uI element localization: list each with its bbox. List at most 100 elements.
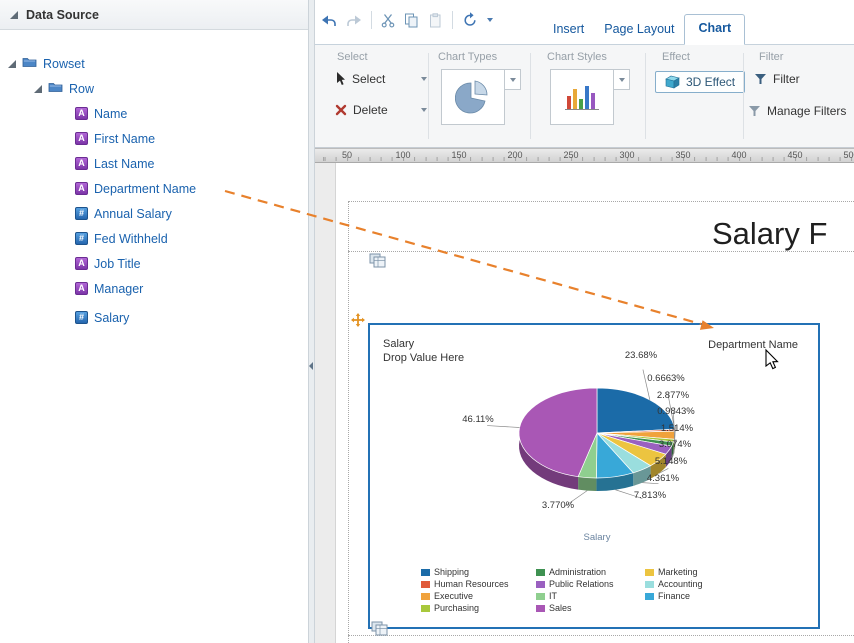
tree-item-label: Name — [94, 107, 127, 121]
tree-item-name[interactable]: AName — [0, 101, 308, 126]
panel-splitter[interactable] — [308, 0, 315, 643]
tree-item-label: Department Name — [94, 182, 196, 196]
collapse-triangle-icon — [10, 11, 18, 19]
margin-guide-vertical — [348, 201, 349, 643]
expander-icon[interactable] — [34, 82, 42, 96]
pie-percent-label: 46.11% — [462, 414, 494, 425]
tree-item-department-name[interactable]: ADepartment Name — [0, 176, 308, 201]
tree-item-job-title[interactable]: AJob Title — [0, 251, 308, 276]
legend-swatch — [645, 593, 654, 600]
tab-page-layout[interactable]: Page Layout — [594, 15, 684, 45]
pie-percent-label: 5.148% — [655, 456, 688, 467]
tree-item-label: Last Name — [94, 157, 154, 171]
copy-icon[interactable] — [404, 13, 419, 28]
effect-3d-button[interactable]: 3D Effect — [655, 71, 745, 93]
legend-swatch — [421, 569, 430, 576]
filter-group-label: Filter — [759, 51, 783, 63]
tree-item-label: First Name — [94, 132, 155, 146]
ruler-mark: 250 — [563, 150, 578, 160]
delete-dropdown-icon[interactable] — [421, 108, 427, 112]
chart-style-dropdown[interactable] — [614, 69, 630, 90]
chart-styles-group-label: Chart Styles — [547, 51, 607, 63]
tree-item-last-name[interactable]: ALast Name — [0, 151, 308, 176]
pie-percent-label: 23.68% — [625, 350, 658, 361]
folder-icon — [22, 56, 37, 71]
tree-item-rowset[interactable]: Rowset — [0, 51, 308, 76]
funnel-icon — [755, 74, 767, 85]
legend-item-administration: Administration — [536, 566, 614, 578]
ruler-mark: 50 — [342, 150, 352, 160]
report-title-text[interactable]: Salary F — [712, 216, 827, 252]
text-field-icon: A — [75, 282, 88, 295]
pie-series-label: Salary — [584, 532, 611, 543]
chart-style-button[interactable] — [550, 69, 614, 125]
tree-item-label: Rowset — [43, 57, 85, 71]
effect-3d-label: 3D Effect — [686, 75, 735, 89]
tree-item-label: Fed Withheld — [94, 232, 168, 246]
legend-swatch — [421, 593, 430, 600]
legend-swatch — [536, 593, 545, 600]
legend-item-human-resources: Human Resources — [421, 578, 509, 590]
select-group-label: Select — [337, 51, 368, 63]
legend-item-it: IT — [536, 590, 614, 602]
undo-icon[interactable] — [321, 14, 337, 27]
manage-filters-button[interactable]: Manage Filters — [749, 104, 846, 118]
text-field-icon: A — [75, 132, 88, 145]
table-icon[interactable] — [371, 621, 388, 636]
paste-icon — [428, 13, 443, 28]
table-icon[interactable] — [369, 253, 386, 268]
pie-percent-label: 0.6663% — [647, 373, 685, 384]
ribbon-divider — [428, 53, 429, 139]
chart-object[interactable]: Salary Drop Value Here Department Name 2… — [368, 323, 820, 629]
margin-guide-horizontal — [348, 201, 854, 202]
refresh-dropdown-icon[interactable] — [487, 18, 493, 22]
legend-item-shipping: Shipping — [421, 566, 509, 578]
pie-percent-label: 0.9843% — [657, 406, 695, 417]
panel-title: Data Source — [26, 8, 99, 22]
tree-item-row[interactable]: Row — [0, 76, 308, 101]
refresh-icon[interactable] — [462, 12, 478, 28]
section-guide — [348, 635, 854, 636]
tree-item-label: Job Title — [94, 257, 141, 271]
tree-item-fed-withheld[interactable]: # Fed Withheld — [0, 226, 308, 251]
tree-item-manager[interactable]: AManager — [0, 276, 308, 301]
pie-percent-label: 3.074% — [659, 439, 692, 450]
pie-percent-label: 7.813% — [634, 490, 667, 501]
numeric-field-icon: # — [75, 232, 88, 245]
legend-swatch — [421, 605, 430, 612]
splitter-collapse-icon[interactable] — [309, 362, 313, 370]
data-source-header[interactable]: Data Source — [0, 0, 308, 30]
legend-label: Public Relations — [549, 579, 614, 589]
legend-item-purchasing: Purchasing — [421, 602, 509, 614]
legend-label: IT — [549, 591, 557, 601]
tab-insert[interactable]: Insert — [543, 15, 594, 45]
filter-button[interactable]: Filter — [755, 72, 800, 86]
tree-item-annual-salary[interactable]: #Annual Salary — [0, 201, 308, 226]
cut-icon[interactable] — [381, 13, 395, 28]
chart-ribbon: Select Select Delete Chart Types — [315, 45, 854, 148]
legend-column: ShippingHuman ResourcesExecutivePurchasi… — [421, 566, 509, 614]
select-button[interactable]: Select — [335, 72, 427, 86]
select-dropdown-icon[interactable] — [421, 77, 427, 81]
ruler-mark: 300 — [619, 150, 634, 160]
pie-percent-label: 2.877% — [657, 390, 690, 401]
ruler-mark: 450 — [787, 150, 802, 160]
tree-item-salary[interactable]: #Salary — [0, 305, 308, 330]
legend-swatch — [536, 605, 545, 612]
legend-swatch — [645, 569, 654, 576]
tree-item-first-name[interactable]: A First Name — [0, 126, 308, 151]
tab-chart[interactable]: Chart — [684, 14, 745, 45]
delete-button[interactable]: Delete — [335, 103, 427, 117]
design-canvas[interactable]: Salary F Salary Drop Value Here — [315, 163, 854, 643]
expander-icon[interactable] — [8, 57, 16, 71]
legend-item-public-relations: Public Relations — [536, 578, 614, 590]
tree-item-label: Salary — [94, 311, 129, 325]
bar-chart-style-icon — [565, 80, 599, 114]
legend-label: Accounting — [658, 579, 703, 589]
legend-item-finance: Finance — [645, 590, 703, 602]
legend-label: Finance — [658, 591, 690, 601]
chart-move-handle-icon[interactable] — [351, 313, 365, 327]
chart-type-dropdown[interactable] — [505, 69, 521, 90]
data-source-panel: Data Source RowsetRowANameAFirst NameALa… — [0, 0, 308, 643]
chart-type-button[interactable] — [441, 69, 505, 125]
